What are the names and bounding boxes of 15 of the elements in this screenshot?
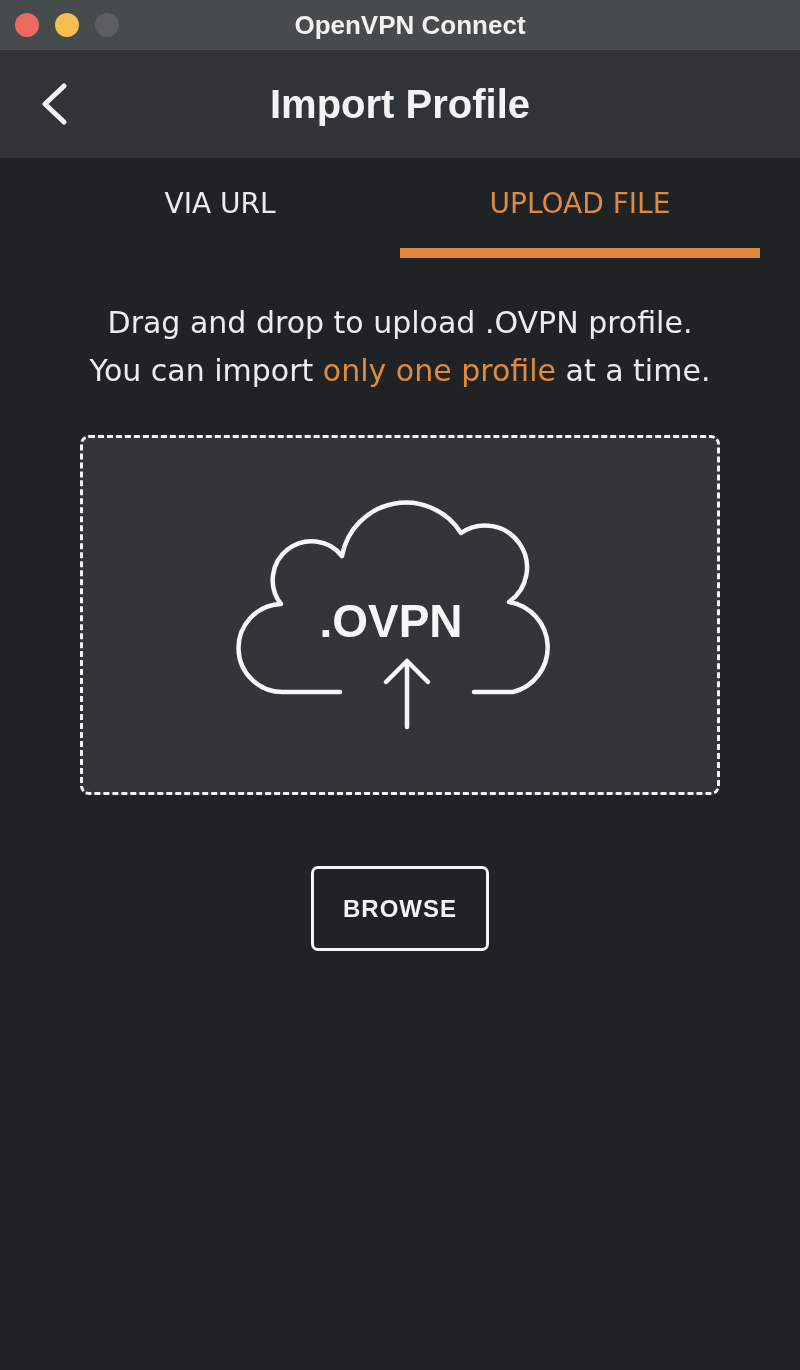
file-type-label: .OVPN [318,598,464,644]
chevron-left-icon [40,83,68,125]
tab[interactable]: UPLOAD FILE [400,158,760,258]
page-title: Import Profile [270,81,530,127]
close-button[interactable] [15,13,39,37]
back-button[interactable] [40,83,68,125]
browse-button[interactable]: BROWSE [311,866,489,951]
instruction-text: You can import only one profile at a time. [89,352,711,390]
cloud-icon [236,500,550,695]
minimize-button[interactable] [55,13,79,37]
drop-zone[interactable]: .OVPN [80,435,720,795]
instruction-text: Drag and drop to upload .OVPN profile. [106,304,694,342]
tab[interactable]: VIA URL [40,158,400,258]
arrow-up-icon [383,658,431,730]
window-title: OpenVPN Connect [294,9,526,41]
